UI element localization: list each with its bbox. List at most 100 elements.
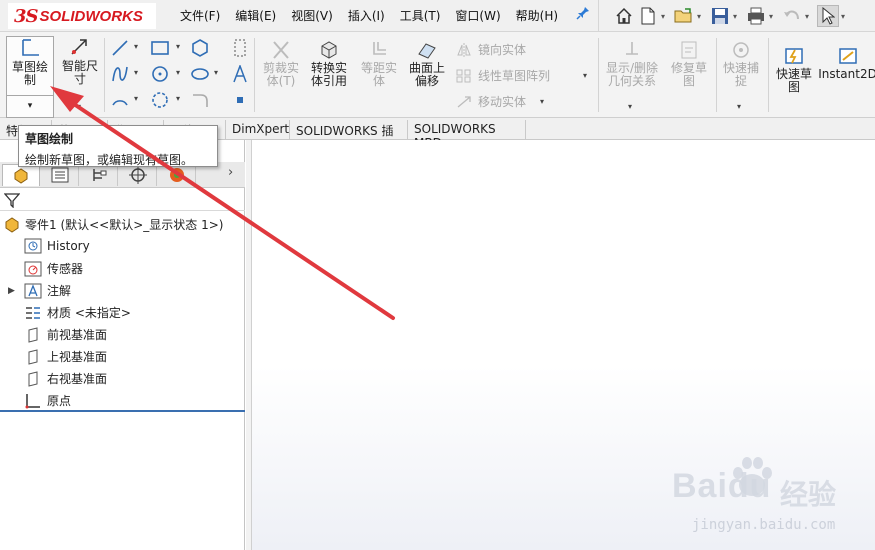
configuration-icon	[92, 169, 106, 181]
tree-item-right-plane[interactable]: 右视基准面	[24, 370, 107, 387]
chevron-down-icon[interactable]: ▾	[214, 68, 218, 77]
plane-icon	[28, 348, 38, 365]
open-folder-icon[interactable]	[673, 5, 695, 27]
text-icon[interactable]	[230, 64, 250, 84]
offset-entities-button[interactable]: 等距实 体	[356, 40, 402, 88]
smart-dimension-icon	[71, 39, 87, 55]
trim-entities-button[interactable]: 剪裁实 体(T)	[258, 40, 304, 88]
construction-icon[interactable]	[230, 38, 250, 58]
tab-dimxpert[interactable]: DimXpert	[226, 120, 290, 139]
quick-snaps-label: 快速捕 捉	[722, 61, 759, 88]
panel-splitter[interactable]	[246, 140, 252, 550]
tree-item-history[interactable]: History	[24, 238, 90, 254]
undo-icon[interactable]	[781, 5, 803, 27]
instant2d-label: Instant2D	[818, 67, 875, 81]
fillet-icon[interactable]	[190, 90, 210, 110]
plane-icon	[28, 370, 38, 387]
rectangle-icon[interactable]	[150, 38, 170, 58]
mirror-icon	[457, 42, 471, 57]
display-delete-relations-button[interactable]: 显示/删除 几何关系	[600, 40, 664, 88]
centerpoint-arc-icon[interactable]	[110, 90, 130, 110]
pin-icon[interactable]	[576, 6, 590, 24]
chevron-down-icon[interactable]: ▾	[176, 68, 180, 77]
menu-file[interactable]: 文件(F)	[180, 7, 220, 24]
menu-edit[interactable]: 编辑(E)	[235, 7, 276, 24]
tree-item-annotations[interactable]: 注解	[24, 282, 71, 299]
chevron-down-icon[interactable]: ▾	[176, 42, 180, 51]
chevron-down-icon[interactable]: ▾	[697, 12, 707, 21]
menu-help[interactable]: 帮助(H)	[516, 7, 558, 24]
chevron-down-icon[interactable]: ▾	[134, 94, 138, 103]
move-entities-button[interactable]: 移动实体	[456, 93, 526, 110]
arc-icon[interactable]	[190, 64, 210, 84]
chevron-down-icon[interactable]: ▾	[841, 12, 851, 21]
line-icon[interactable]	[110, 38, 130, 58]
tree-item-sensors[interactable]: 传感器	[24, 260, 83, 277]
chevron-down-icon[interactable]: ▾	[805, 12, 815, 21]
print-icon[interactable]	[745, 5, 767, 27]
chevron-down-icon[interactable]: ▾	[176, 94, 180, 103]
chevron-down-icon[interactable]: ▾	[134, 68, 138, 77]
tree-root-part[interactable]: 零件1 (默认<<默认>_显示状态 1>)	[4, 216, 223, 233]
filter-icon[interactable]	[4, 192, 20, 208]
crosshair-icon	[128, 166, 147, 184]
menu-tools[interactable]: 工具(T)	[400, 7, 441, 24]
chevron-down-icon[interactable]: ▾	[737, 102, 741, 111]
tab-solidworks-addins[interactable]: SOLIDWORKS 插件	[290, 120, 408, 155]
expand-arrow-icon[interactable]: ▶	[8, 286, 15, 296]
move-label: 移动实体	[478, 95, 527, 109]
slot-icon[interactable]	[190, 38, 210, 58]
rollback-bar[interactable]	[0, 410, 245, 412]
tree-item-front-plane[interactable]: 前视基准面	[24, 326, 107, 343]
sketch-button[interactable]: 草图绘 制 ▾	[6, 36, 54, 118]
chevron-down-icon[interactable]: ▾	[769, 12, 779, 21]
chevron-down-icon[interactable]: ▾	[661, 12, 671, 21]
smart-dimension-button[interactable]: 智能尺 寸	[58, 38, 102, 86]
chevron-down-icon[interactable]: ▾	[733, 12, 743, 21]
tree-item-top-plane[interactable]: 上视基准面	[24, 348, 107, 365]
separator	[716, 38, 717, 112]
rapid-sketch-button[interactable]: 快速草 图	[770, 46, 818, 94]
chevron-down-icon[interactable]: ▾	[583, 71, 587, 80]
watermark-cn: 经验	[780, 478, 837, 511]
select-cursor-icon[interactable]	[817, 5, 839, 27]
new-document-icon[interactable]	[637, 5, 659, 27]
tree-item-origin[interactable]: 原点	[24, 392, 71, 409]
circle-icon[interactable]	[150, 64, 170, 84]
chevron-down-icon[interactable]: ▾	[540, 97, 544, 106]
tree-item-material[interactable]: 材质 <未指定>	[24, 304, 131, 321]
quick-snaps-button[interactable]: 快速捕 捉	[718, 40, 764, 88]
menu-insert[interactable]: 插入(I)	[348, 7, 385, 24]
tree-item-label: 传感器	[47, 262, 84, 276]
convert-entities-label: 转换实 体引用	[310, 61, 347, 88]
filter-bar	[0, 189, 245, 211]
repair-sketch-button[interactable]: 修复草 图	[666, 40, 712, 88]
chevron-right-icon[interactable]: ›	[228, 165, 233, 180]
menu-view[interactable]: 视图(V)	[291, 7, 333, 24]
linear-sketch-pattern-button[interactable]: 线性草图阵列	[456, 67, 550, 84]
tab-solidworks-mbd[interactable]: SOLIDWORKS MBD	[408, 120, 526, 150]
convert-entities-button[interactable]: 转换实 体引用	[306, 40, 352, 88]
offset-on-surface-icon	[418, 43, 436, 59]
part-name: 零件1 (默认<<默认>_显示状态 1>)	[25, 218, 224, 232]
instant2d-button[interactable]: Instant2D	[818, 46, 875, 81]
mirror-entities-button[interactable]: 镜向实体	[456, 41, 526, 58]
watermark-brand: Baidu	[672, 467, 772, 505]
sketch-label: 草图绘 制	[11, 60, 48, 87]
offset-on-surface-button[interactable]: 曲面上 偏移	[404, 40, 450, 88]
command-manager-ribbon: 草图绘 制 ▾ 智能尺 寸 ▾ ▾ ▾ ▾ ▾ ▾ ▾ ▾ 剪裁实 体(T) 转…	[0, 32, 875, 118]
save-icon[interactable]	[709, 5, 731, 27]
point-icon[interactable]	[230, 90, 250, 110]
chevron-down-icon[interactable]: ▾	[77, 102, 81, 111]
spline-icon[interactable]	[110, 64, 130, 84]
sketch-tooltip: 草图绘制 绘制新草图，或编辑现有草图。	[18, 125, 218, 167]
chevron-down-icon[interactable]: ▾	[628, 102, 632, 111]
chevron-down-icon[interactable]: ▾	[7, 95, 53, 117]
solidworks-logo[interactable]: 3S SOLIDWORKS	[8, 3, 156, 29]
polygon-icon[interactable]	[150, 90, 170, 110]
chevron-down-icon[interactable]: ▾	[134, 42, 138, 51]
menu-window[interactable]: 窗口(W)	[455, 7, 500, 24]
home-icon[interactable]	[613, 5, 635, 27]
relations-icon	[626, 42, 638, 55]
offset-label: 等距实 体	[360, 61, 397, 88]
